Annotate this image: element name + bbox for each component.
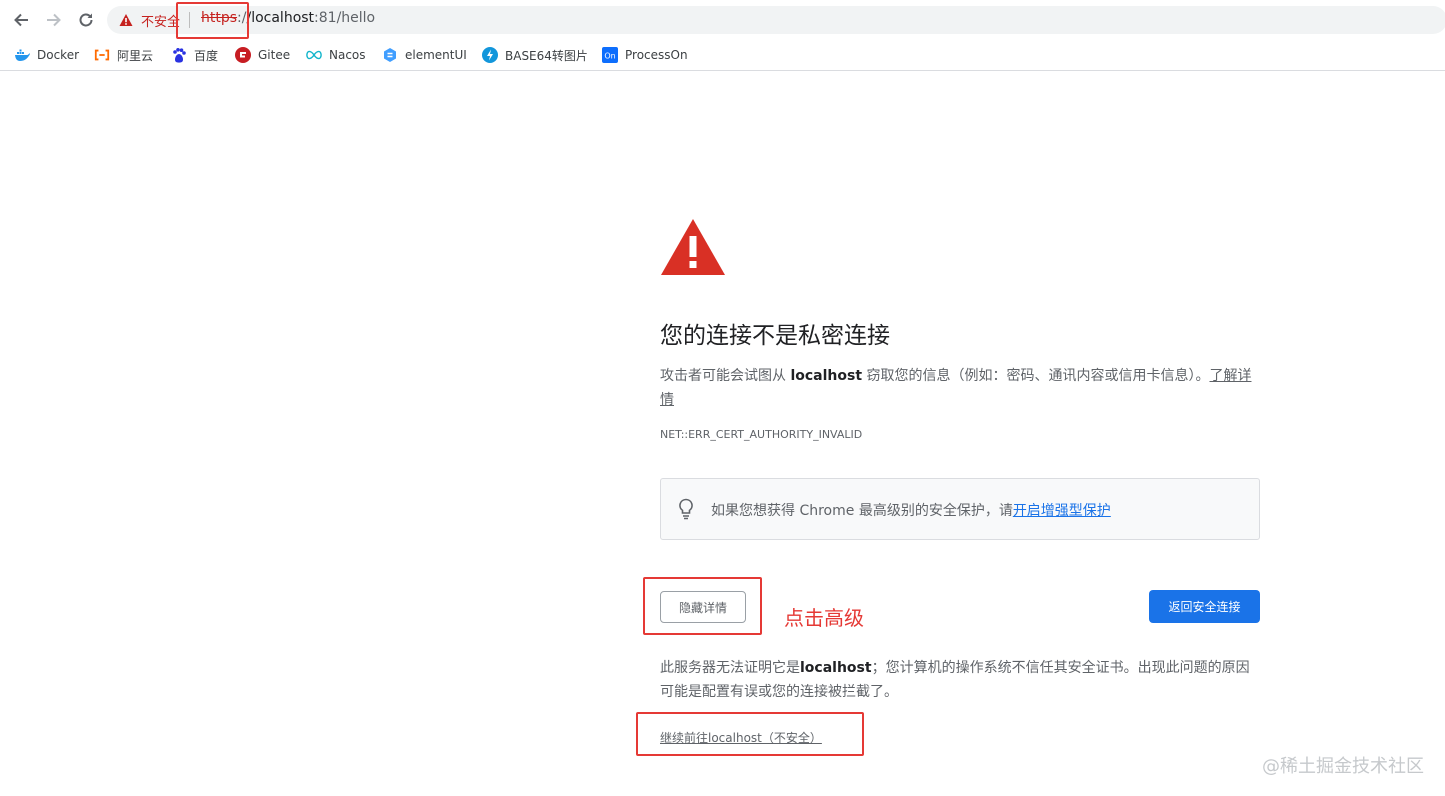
enhanced-protection-tip: 如果您想获得 Chrome 最高级别的安全保护，请开启增强型保护 [660, 478, 1260, 540]
address-bar[interactable]: 不安全 https://localhost:81/hello [107, 6, 1445, 34]
details-text: 此服务器无法证明它是localhost；您计算机的操作系统不信任其安全证书。出现… [660, 656, 1260, 704]
detail-host: localhost [800, 660, 872, 676]
bookmark-elementui[interactable]: elementUI [382, 45, 467, 65]
reload-button[interactable] [74, 8, 98, 32]
bookmark-gitee[interactable]: Gitee [235, 45, 290, 65]
arrow-left-icon [14, 13, 28, 27]
warning-icon [119, 14, 133, 26]
page-title: 您的连接不是私密连接 [660, 323, 890, 349]
warning-triangle-icon [661, 219, 725, 275]
annotation-hint: 点击高级 [784, 606, 864, 630]
bookmark-label: Docker [37, 48, 80, 62]
annotation-box-proceed [636, 712, 864, 756]
bookmark-nacos[interactable]: Nacos [306, 45, 366, 65]
bookmark-label: Gitee [258, 48, 291, 62]
back-button[interactable] [9, 8, 33, 32]
bookmarks-bar: Docker 阿里云 百度 Gitee Nacos elementUI BASE… [0, 40, 1445, 71]
enhanced-protection-link[interactable]: 开启增强型保护 [1013, 503, 1111, 519]
docker-icon [14, 47, 30, 63]
bookmark-label: elementUI [405, 48, 467, 62]
explain-suffix: 窃取您的信息（例如：密码、通讯内容或信用卡信息）。 [862, 368, 1210, 384]
aliyun-icon [94, 47, 110, 63]
tip-text: 如果您想获得 Chrome 最高级别的安全保护，请开启增强型保护 [711, 500, 1111, 520]
detail-prefix: 此服务器无法证明它是 [660, 660, 800, 676]
explain-host: localhost [790, 368, 863, 384]
annotation-box-scheme [176, 2, 249, 39]
forward-button[interactable] [42, 8, 66, 32]
explanation-text: 攻击者可能会试图从 localhost 窃取您的信息（例如：密码、通讯内容或信用… [660, 364, 1260, 412]
arrow-right-icon [47, 13, 61, 27]
watermark: @稀土掘金技术社区 [1262, 756, 1424, 777]
bookmark-baidu[interactable]: 百度 [171, 45, 218, 65]
back-to-safety-button[interactable]: 返回安全连接 [1149, 590, 1260, 623]
tip-message: 如果您想获得 Chrome 最高级别的安全保护，请 [711, 503, 1013, 519]
lightbulb-icon [679, 498, 693, 520]
reload-icon [79, 13, 93, 27]
explain-prefix: 攻击者可能会试图从 [660, 368, 791, 384]
bookmark-label: Nacos [329, 48, 366, 62]
bookmark-label: 阿里云 [117, 48, 154, 63]
bookmark-processon[interactable]: On ProcessOn [602, 45, 688, 65]
elementui-icon [382, 47, 398, 63]
processon-icon: On [602, 47, 618, 63]
bookmark-docker[interactable]: Docker [14, 45, 79, 65]
bookmark-label: ProcessOn [625, 48, 688, 62]
error-code: NET::ERR_CERT_AUTHORITY_INVALID [660, 428, 863, 441]
svg-text:On: On [604, 52, 615, 61]
bookmark-label: BASE64转图片 [505, 48, 588, 63]
bookmark-aliyun[interactable]: 阿里云 [94, 45, 153, 65]
bookmark-label: 百度 [194, 48, 219, 63]
gitee-icon [235, 47, 251, 63]
annotation-box-details [643, 577, 762, 635]
url-host: /localhost [246, 10, 315, 26]
url-path: :81/hello [314, 10, 376, 26]
baidu-icon [171, 47, 187, 63]
not-secure-label[interactable]: 不安全 [141, 11, 180, 30]
nacos-icon [306, 47, 322, 63]
bookmark-base64[interactable]: BASE64转图片 [482, 45, 588, 65]
base64-icon [482, 47, 498, 63]
